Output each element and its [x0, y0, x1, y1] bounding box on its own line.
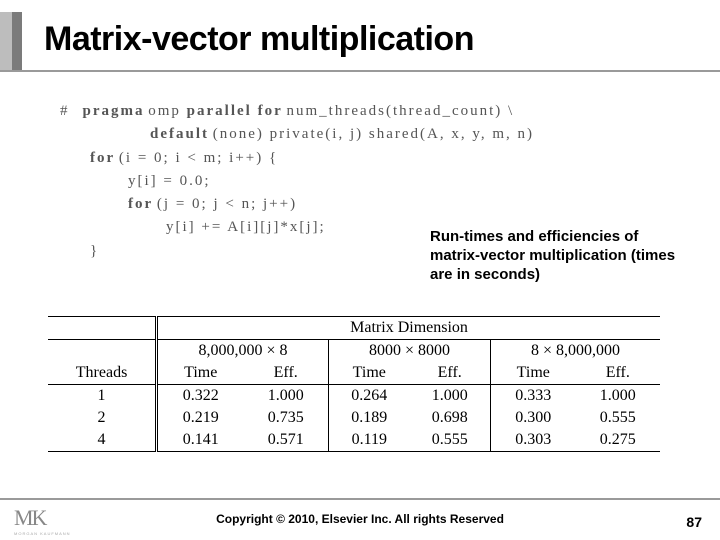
col-threads: Threads: [48, 362, 157, 385]
table-cell: 1.000: [410, 385, 491, 408]
col-sub: Time: [329, 362, 410, 385]
page-title: Matrix-vector multiplication: [44, 20, 474, 59]
col-sub: Eff.: [243, 362, 328, 385]
table-cell: 1.000: [243, 385, 328, 408]
footer-rule: [0, 498, 720, 500]
title-underline: [0, 70, 720, 72]
table-cell: 0.303: [490, 429, 575, 452]
code-text: (i = 0; i < m; i++) {: [119, 150, 278, 166]
code-text: omp: [148, 103, 186, 119]
code-line: y[i] = 0.0;: [60, 170, 660, 193]
col-dim: 8,000,000 × 8: [157, 340, 329, 363]
table-cell: 0.735: [243, 407, 328, 429]
table-cell: 0.333: [490, 385, 575, 408]
table-cell: 0.219: [157, 407, 244, 429]
col-sub: Time: [490, 362, 575, 385]
col-sub: Eff.: [576, 362, 660, 385]
page-number: 87: [686, 514, 702, 530]
code-keyword: for: [90, 150, 115, 166]
code-text: num_threads(thread_count) \: [287, 103, 515, 119]
code-hash: #: [60, 103, 68, 119]
code-text: (none) private(i, j) shared(A, x, y, m, …: [213, 126, 534, 142]
table-cell: 0.189: [329, 407, 410, 429]
table-cell: 0.555: [576, 407, 660, 429]
table-cell: 0.698: [410, 407, 491, 429]
table-cell: 0.141: [157, 429, 244, 452]
logo-subtext: MORGAN KAUFMANN: [14, 531, 71, 536]
table-cell: 0.571: [243, 429, 328, 452]
footer: MK MORGAN KAUFMANN Copyright © 2010, Els…: [0, 498, 720, 540]
table-cell: 0.264: [329, 385, 410, 408]
table-cell: 0.119: [329, 429, 410, 452]
code-line: for (i = 0; i < m; i++) {: [60, 147, 660, 170]
code-keyword: parallel for: [187, 103, 283, 119]
table-cell: 0.275: [576, 429, 660, 452]
code-keyword: default: [150, 126, 209, 142]
table-cell: 1.000: [576, 385, 660, 408]
table-superheader: Matrix Dimension: [157, 317, 660, 340]
accent-block-light: [0, 12, 12, 70]
table-cell: 4: [48, 429, 157, 452]
table-cell: 1: [48, 385, 157, 408]
results-table: Matrix Dimension 8,000,000 × 8 8000 × 80…: [48, 316, 660, 452]
col-dim: 8 × 8,000,000: [490, 340, 660, 363]
col-sub: Time: [157, 362, 244, 385]
code-line: # pragma omp parallel for num_threads(th…: [60, 100, 660, 123]
code-keyword: pragma: [83, 103, 145, 119]
code-text: (j = 0; j < n; j++): [157, 196, 297, 212]
code-line: default (none) private(i, j) shared(A, x…: [60, 123, 660, 146]
slide: Matrix-vector multiplication # pragma om…: [0, 0, 720, 540]
col-sub: Eff.: [410, 362, 491, 385]
table-cell: 0.322: [157, 385, 244, 408]
table-caption: Run-times and efficiencies of matrix-vec…: [430, 228, 680, 284]
code-keyword: for: [128, 196, 153, 212]
table-cell: 2: [48, 407, 157, 429]
table-cell: 0.300: [490, 407, 575, 429]
copyright-text: Copyright © 2010, Elsevier Inc. All righ…: [0, 512, 720, 526]
col-dim: 8000 × 8000: [329, 340, 491, 363]
table-cell: 0.555: [410, 429, 491, 452]
code-line: for (j = 0; j < n; j++): [60, 193, 660, 216]
